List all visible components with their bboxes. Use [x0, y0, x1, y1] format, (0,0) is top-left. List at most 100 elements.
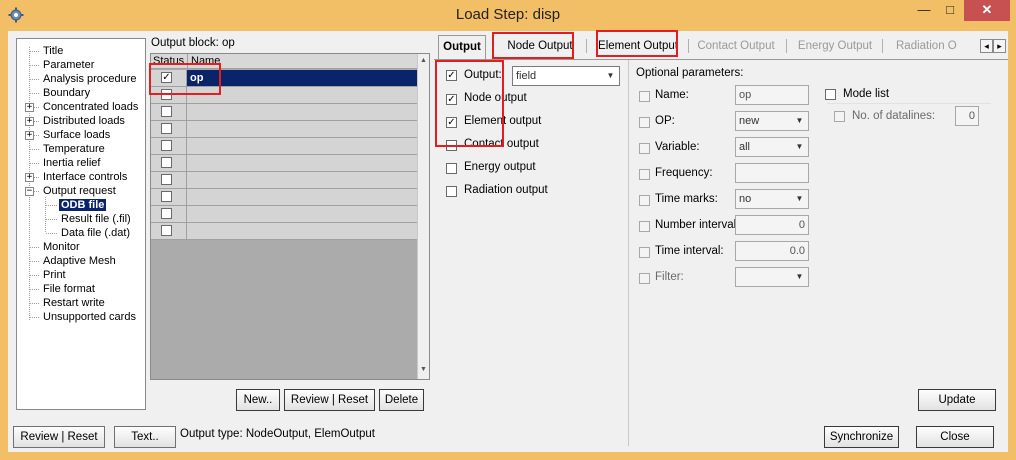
tab-scroll-right-icon[interactable]: ▸: [993, 39, 1006, 53]
tree-item-adaptive-mesh[interactable]: Adaptive Mesh: [41, 255, 118, 267]
name-cell[interactable]: [187, 121, 417, 137]
tree-item-file-format[interactable]: File format: [41, 283, 97, 295]
filter-checkbox[interactable]: [639, 273, 650, 284]
output-block-grid[interactable]: Status Name ✓ op ▲ ▼: [150, 53, 430, 380]
time-interval-field[interactable]: 0.0: [735, 241, 809, 261]
status-checkbox[interactable]: [161, 89, 172, 100]
table-row[interactable]: [151, 87, 417, 104]
mode-list-checkbox[interactable]: [825, 89, 836, 100]
maximize-button[interactable]: □: [937, 0, 963, 21]
number-interval-checkbox[interactable]: [639, 221, 650, 232]
tree-item-analysis-procedure[interactable]: Analysis procedure: [41, 73, 139, 85]
expand-icon[interactable]: +: [25, 131, 34, 140]
chevron-down-icon[interactable]: ▼: [792, 269, 807, 285]
output-type-select[interactable]: field ▼: [512, 66, 620, 86]
chevron-down-icon[interactable]: ▼: [792, 139, 807, 155]
table-row[interactable]: [151, 223, 417, 240]
tab-contact-output[interactable]: Contact Output: [690, 35, 782, 57]
scroll-down-icon[interactable]: ▼: [420, 366, 427, 373]
radiation-output-checkbox[interactable]: [446, 186, 457, 197]
block-review-reset-button[interactable]: Review | Reset: [284, 389, 375, 411]
energy-output-checkbox[interactable]: [446, 163, 457, 174]
number-interval-field[interactable]: 0: [735, 215, 809, 235]
status-checkbox[interactable]: ✓: [161, 72, 172, 83]
status-checkbox[interactable]: [161, 208, 172, 219]
table-row[interactable]: [151, 121, 417, 138]
table-row[interactable]: ✓ op: [151, 70, 417, 87]
tree-item-inertia-relief[interactable]: Inertia relief: [41, 157, 102, 169]
op-checkbox[interactable]: [639, 117, 650, 128]
frequency-checkbox[interactable]: [639, 169, 650, 180]
table-row[interactable]: [151, 206, 417, 223]
chevron-down-icon[interactable]: ▼: [603, 68, 618, 84]
status-checkbox[interactable]: [161, 123, 172, 134]
status-column-header[interactable]: Status: [153, 55, 184, 67]
update-button[interactable]: Update: [918, 389, 996, 411]
tab-energy-output[interactable]: Energy Output: [792, 35, 878, 57]
filter-select[interactable]: ▼: [735, 267, 809, 287]
tab-output[interactable]: Output: [438, 35, 486, 59]
element-output-checkbox[interactable]: ✓: [446, 117, 457, 128]
chevron-down-icon[interactable]: ▼: [792, 113, 807, 129]
contact-output-checkbox[interactable]: [446, 140, 457, 151]
tree-item-title[interactable]: Title: [41, 45, 65, 57]
tab-node-output[interactable]: Node Output: [498, 35, 582, 57]
time-interval-checkbox[interactable]: [639, 247, 650, 258]
status-checkbox[interactable]: [161, 191, 172, 202]
grid-vertical-scrollbar[interactable]: ▲ ▼: [417, 54, 429, 379]
synchronize-button[interactable]: Synchronize: [824, 426, 899, 448]
tree-item-parameter[interactable]: Parameter: [41, 59, 96, 71]
tab-element-output[interactable]: Element Output: [592, 35, 684, 57]
frequency-field[interactable]: [735, 163, 809, 183]
output-checkbox[interactable]: ✓: [446, 70, 457, 81]
name-cell[interactable]: [187, 206, 417, 222]
table-row[interactable]: [151, 138, 417, 155]
expand-icon[interactable]: +: [25, 117, 34, 126]
name-cell[interactable]: [187, 189, 417, 205]
name-cell[interactable]: [187, 223, 417, 239]
expand-icon[interactable]: +: [25, 103, 34, 112]
status-checkbox[interactable]: [161, 225, 172, 236]
chevron-down-icon[interactable]: ▼: [792, 191, 807, 207]
status-checkbox[interactable]: [161, 140, 172, 151]
name-cell[interactable]: [187, 172, 417, 188]
tree-item-temperature[interactable]: Temperature: [41, 143, 107, 155]
tree-item-unsupported-cards[interactable]: Unsupported cards: [41, 311, 138, 323]
tree-item-monitor[interactable]: Monitor: [41, 241, 82, 253]
time-marks-select[interactable]: no ▼: [735, 189, 809, 209]
new-block-button[interactable]: New..: [236, 389, 280, 411]
datalines-field[interactable]: 0: [955, 106, 979, 126]
name-param-field[interactable]: op: [735, 85, 809, 105]
minimize-button[interactable]: —: [911, 0, 937, 21]
tab-radiation-o[interactable]: Radiation O: [890, 35, 966, 57]
name-column-header[interactable]: Name: [191, 55, 220, 67]
text-button[interactable]: Text..: [114, 426, 176, 448]
tab-scroll-left-icon[interactable]: ◂: [980, 39, 993, 53]
tree-item-data-file-dat[interactable]: Data file (.dat): [59, 227, 132, 239]
scroll-up-icon[interactable]: ▲: [420, 57, 427, 64]
name-cell[interactable]: [187, 104, 417, 120]
tree-item-boundary[interactable]: Boundary: [41, 87, 92, 99]
name-checkbox[interactable]: [639, 91, 650, 102]
node-output-checkbox[interactable]: ✓: [446, 94, 457, 105]
delete-block-button[interactable]: Delete: [379, 389, 424, 411]
table-row[interactable]: [151, 172, 417, 189]
tree-item-concentrated-loads[interactable]: Concentrated loads: [41, 101, 140, 113]
time-marks-checkbox[interactable]: [639, 195, 650, 206]
close-button[interactable]: Close: [916, 426, 994, 448]
window-close-button[interactable]: ✕: [964, 0, 1010, 21]
datalines-checkbox[interactable]: [834, 111, 845, 122]
tree-item-interface-controls[interactable]: Interface controls: [41, 171, 129, 183]
op-select[interactable]: new ▼: [735, 111, 809, 131]
table-row[interactable]: [151, 104, 417, 121]
table-row[interactable]: [151, 155, 417, 172]
status-checkbox[interactable]: [161, 174, 172, 185]
name-cell[interactable]: [187, 155, 417, 171]
expand-icon[interactable]: +: [25, 173, 34, 182]
tree-item-surface-loads[interactable]: Surface loads: [41, 129, 112, 141]
variable-select[interactable]: all ▼: [735, 137, 809, 157]
review-reset-button[interactable]: Review | Reset: [13, 426, 105, 448]
name-cell[interactable]: [187, 87, 417, 103]
tree-item-result-file-fil[interactable]: Result file (.fil): [59, 213, 133, 225]
tree-item-output-request[interactable]: Output request: [41, 185, 118, 197]
